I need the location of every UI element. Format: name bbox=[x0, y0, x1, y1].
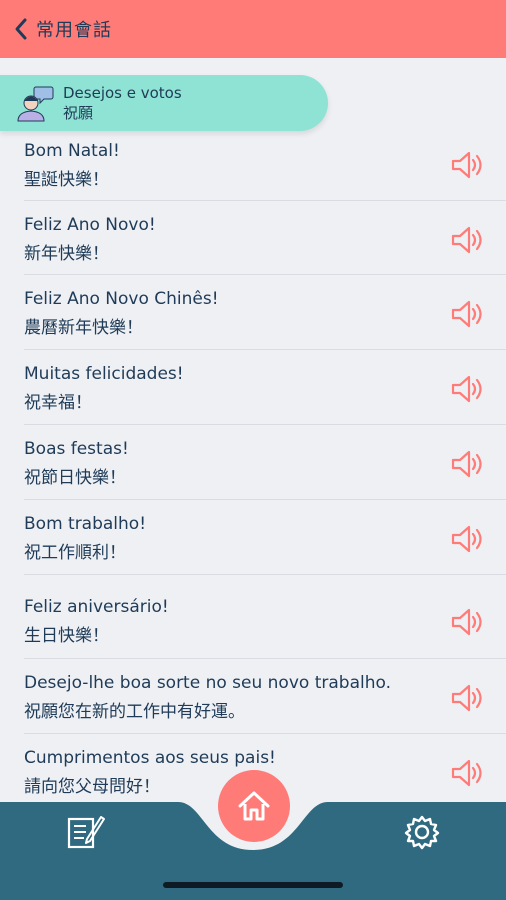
phrase-chinese: 祝節日快樂！ bbox=[24, 468, 126, 488]
home-icon bbox=[238, 791, 270, 821]
phrase-chinese: 生日快樂！ bbox=[24, 626, 109, 646]
category-title-pt: Desejos e votos bbox=[63, 84, 182, 102]
phrase-portuguese: Feliz Ano Novo! bbox=[24, 215, 156, 235]
phrase-list: Bom Natal! 聖誕快樂！ Feliz Ano Novo! 新年快樂！ F… bbox=[0, 136, 506, 808]
category-header: Desejos e votos 祝願 bbox=[0, 75, 328, 131]
phrase-row[interactable]: Boas festas! 祝節日快樂！ bbox=[24, 425, 506, 500]
phrase-row[interactable]: Bom Natal! 聖誕快樂！ bbox=[24, 136, 506, 201]
phrase-row[interactable]: Bom trabalho! 祝工作順利！ bbox=[24, 500, 506, 575]
speaker-icon[interactable] bbox=[450, 374, 486, 404]
phrase-portuguese: Bom Natal! bbox=[24, 141, 120, 161]
phrase-portuguese: Muitas felicidades! bbox=[24, 364, 184, 384]
chevron-left-icon bbox=[15, 18, 27, 40]
phrase-chinese: 請向您父母問好！ bbox=[24, 777, 160, 797]
phrase-row[interactable]: Feliz Ano Novo! 新年快樂！ bbox=[24, 201, 506, 275]
back-button[interactable]: 常用會話 bbox=[14, 9, 112, 49]
speaker-icon[interactable] bbox=[450, 683, 486, 713]
phrase-portuguese: Cumprimentos aos seus pais! bbox=[24, 748, 276, 768]
phrase-chinese: 祝願您在新的工作中有好運。 bbox=[24, 702, 245, 722]
speaker-icon[interactable] bbox=[450, 607, 486, 637]
phrase-portuguese: Feliz aniversário! bbox=[24, 597, 169, 617]
phrase-row[interactable]: Feliz aniversário! 生日快樂！ bbox=[24, 575, 506, 659]
phrase-chinese: 新年快樂！ bbox=[24, 244, 109, 264]
gear-icon[interactable] bbox=[404, 814, 440, 850]
speaker-icon[interactable] bbox=[450, 758, 486, 788]
phrase-chinese: 祝幸福！ bbox=[24, 393, 92, 413]
speaker-icon[interactable] bbox=[450, 150, 486, 180]
phrase-chinese: 農曆新年快樂！ bbox=[24, 318, 143, 338]
speaker-icon[interactable] bbox=[450, 299, 486, 329]
speaker-icon[interactable] bbox=[450, 524, 486, 554]
category-title-zh: 祝願 bbox=[63, 104, 94, 122]
phrase-chinese: 祝工作順利！ bbox=[24, 543, 126, 563]
page-title: 常用會話 bbox=[36, 20, 112, 41]
top-app-bar: 常用會話 bbox=[0, 0, 506, 58]
phrase-row[interactable]: Feliz Ano Novo Chinês! 農曆新年快樂！ bbox=[24, 275, 506, 350]
person-speech-icon bbox=[17, 86, 54, 122]
phrase-portuguese: Feliz Ano Novo Chinês! bbox=[24, 289, 219, 309]
phrase-portuguese: Desejo-lhe boa sorte no seu novo trabalh… bbox=[24, 673, 391, 693]
phrase-chinese: 聖誕快樂！ bbox=[24, 170, 109, 190]
speaker-icon[interactable] bbox=[450, 449, 486, 479]
phrase-portuguese: Bom trabalho! bbox=[24, 514, 147, 534]
home-indicator bbox=[163, 882, 343, 888]
phrase-row[interactable]: Desejo-lhe boa sorte no seu novo trabalh… bbox=[24, 659, 506, 734]
notepad-pen-icon[interactable] bbox=[66, 812, 106, 852]
phrase-row[interactable]: Muitas felicidades! 祝幸福！ bbox=[24, 350, 506, 425]
speaker-icon[interactable] bbox=[450, 225, 486, 255]
phrase-portuguese: Boas festas! bbox=[24, 439, 129, 459]
home-button[interactable] bbox=[218, 770, 290, 842]
